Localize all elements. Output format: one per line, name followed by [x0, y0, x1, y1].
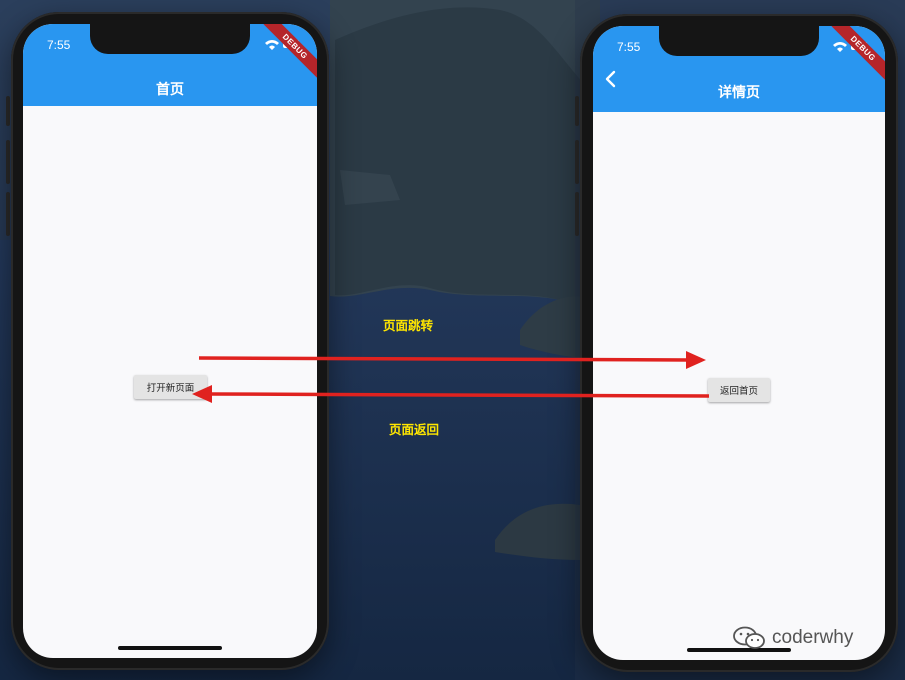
left-phone-volume-down-button: [6, 192, 10, 236]
left-home-indicator[interactable]: [118, 646, 222, 650]
right-phone-side-button: [575, 96, 579, 126]
right-phone-screen: 7:55 DEBUG 详情页 返回首页: [593, 26, 885, 660]
right-phone-notch: [659, 26, 819, 56]
left-phone-notch: [90, 24, 250, 54]
right-phone-volume-down-button: [575, 192, 579, 236]
left-phone-volume-up-button: [6, 140, 10, 184]
right-phone-frame: 7:55 DEBUG 详情页 返回首页: [580, 14, 898, 672]
wifi-icon: [833, 42, 847, 52]
left-status-time: 7:55: [47, 38, 71, 52]
right-page-title: 详情页: [718, 85, 760, 101]
open-new-page-button[interactable]: 打开新页面: [134, 375, 207, 399]
left-page-title: 首页: [156, 82, 184, 98]
right-status-time: 7:55: [617, 40, 641, 54]
right-phone-volume-up-button: [575, 140, 579, 184]
left-phone-side-button: [6, 96, 10, 126]
left-phone-frame: 7:55 DEBUG 首页 打开新页面: [11, 12, 329, 670]
forward-annotation: 页面跳转: [383, 318, 434, 333]
watermark-text: coderwhy: [772, 627, 854, 648]
wifi-icon: [265, 40, 279, 50]
return-home-button[interactable]: 返回首页: [708, 378, 770, 402]
wechat-icon: [733, 626, 765, 649]
watermark: coderwhy: [732, 624, 853, 652]
left-phone-screen: 7:55 DEBUG 首页 打开新页面: [23, 24, 317, 658]
back-annotation: 页面返回: [389, 422, 440, 437]
